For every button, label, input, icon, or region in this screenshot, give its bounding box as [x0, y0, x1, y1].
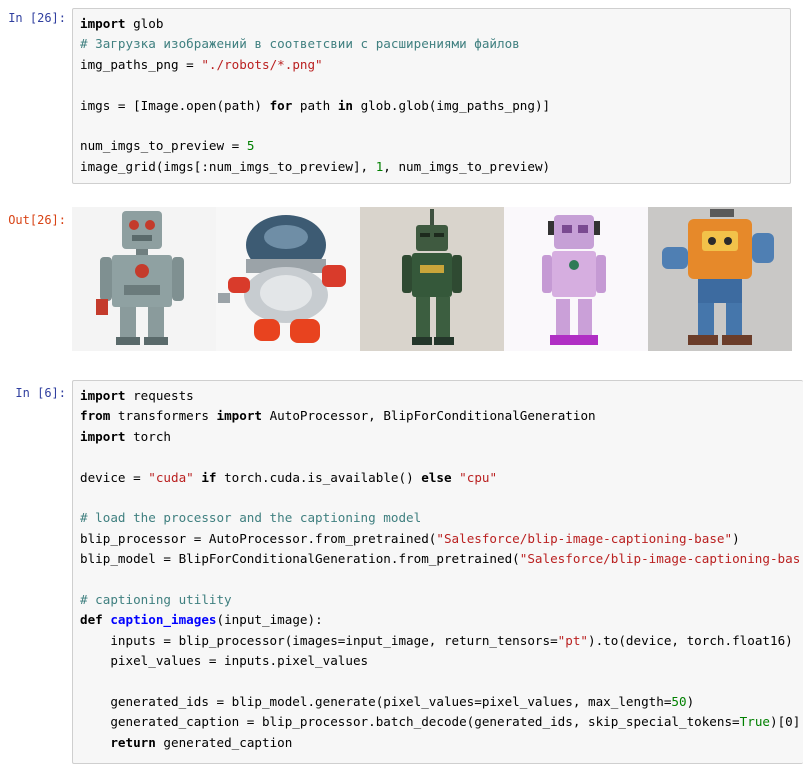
code-line: # captioning utility	[80, 590, 803, 610]
code-line: image_grid(imgs[:num_imgs_to_preview], 1…	[80, 157, 790, 177]
input-prompt-2: In [6]:	[15, 386, 66, 400]
code-token: # load the processor and the captioning …	[80, 510, 422, 526]
code-token: , num_imgs_to_preview)	[383, 158, 551, 174]
code-line: return generated_caption	[80, 733, 803, 753]
code-token: )[0]	[770, 714, 801, 730]
code-token: import	[216, 408, 263, 424]
code-token: (input_image):	[216, 612, 323, 628]
code-token: torch.cuda.is_available()	[216, 469, 422, 485]
code-line: device = "cuda" if torch.cuda.is_availab…	[80, 468, 803, 488]
code-token: glob	[125, 16, 164, 31]
output-prompt-1: Out[26]:	[8, 213, 66, 227]
code-token: transformers	[110, 408, 217, 424]
code-token: )	[686, 693, 695, 709]
pink-robot-image	[504, 207, 648, 351]
code-line: imgs = [Image.open(path) for path in glo…	[80, 96, 790, 116]
code-token: caption_images	[110, 612, 217, 628]
code-token: ).to(device, torch.float16)	[588, 632, 793, 648]
code-token: device =	[80, 469, 149, 485]
code-token: if	[201, 469, 217, 485]
code-token: import	[80, 388, 126, 403]
code-line: blip_processor = AutoProcessor.from_pret…	[80, 529, 803, 549]
code-line: num_imgs_to_preview = 5	[80, 136, 790, 156]
code-line: ​	[80, 116, 790, 136]
code-token: return	[110, 734, 156, 750]
code-token: generated_caption	[155, 734, 293, 750]
code-token: generated_ids = blip_model.generate(pixe…	[80, 693, 672, 709]
code-token: path	[292, 97, 338, 113]
code-line: img_paths_png = "./robots/*.png"	[80, 55, 790, 75]
code-token: "pt"	[557, 632, 589, 648]
input-prompt-1: In [26]:	[8, 11, 66, 25]
code-token: "cuda"	[148, 469, 194, 485]
code-token: def	[80, 612, 103, 628]
code-token: in	[337, 97, 353, 113]
code-token: AutoProcessor, BlipForConditionalGenerat…	[262, 408, 596, 424]
code-line: import torch	[80, 427, 803, 447]
code-line: generated_caption = blip_processor.batch…	[80, 712, 803, 732]
code-token: import	[80, 428, 126, 444]
code-token: True	[739, 714, 770, 730]
code-line: ​	[80, 488, 803, 508]
code-cell-1[interactable]: In [26]: import glob # Загрузка изображен…	[0, 8, 803, 186]
code-token: 50	[671, 693, 687, 709]
code-token: for	[269, 97, 293, 113]
code-line: ​	[80, 447, 803, 467]
code-token: img_paths_png =	[80, 56, 202, 72]
code-cell-2[interactable]: In [6]: import requests from transformers…	[0, 380, 803, 764]
code-line: pixel_values = inputs.pixel_values	[80, 651, 803, 671]
code-token: blip_model = BlipForConditionalGeneratio…	[80, 551, 520, 567]
gray-tin-robot-image	[72, 207, 216, 351]
code-token: blip_processor = AutoProcessor.from_pret…	[80, 530, 437, 546]
code-token: else	[421, 469, 452, 485]
code-token: )	[732, 530, 740, 546]
orange-robot-image	[648, 207, 792, 351]
code-token: from	[80, 408, 111, 424]
green-robot-image	[360, 207, 504, 351]
code-editor-2[interactable]: import requests from transformers import …	[72, 380, 803, 764]
code-token: 5	[246, 138, 255, 154]
code-line: from transformers import AutoProcessor, …	[80, 406, 803, 426]
code-line: # Загрузка изображений в соответсвии с р…	[80, 34, 790, 54]
code-token: inputs = blip_processor(images=input_ima…	[80, 632, 558, 648]
code-line: ​	[80, 570, 803, 590]
silver-dome-robot-image	[216, 207, 360, 351]
code-line: def caption_images(input_image):	[80, 610, 803, 630]
code-token: pixel_values = inputs.pixel_values	[80, 653, 369, 669]
code-token: requests	[125, 388, 194, 403]
code-line: ​	[80, 671, 803, 691]
code-line: import requests	[80, 386, 803, 406]
code-line: blip_model = BlipForConditionalGeneratio…	[80, 549, 803, 569]
code-line: import glob	[80, 14, 790, 34]
code-token: image_grid(imgs[:num_imgs_to_preview],	[80, 158, 376, 174]
code-token: # Загрузка изображений в соответсвии с р…	[80, 36, 520, 52]
code-token: glob.glob(img_paths_png)]	[352, 97, 551, 113]
code-editor-1[interactable]: import glob # Загрузка изображений в соот…	[72, 8, 791, 184]
code-token: # captioning utility	[80, 591, 232, 607]
code-token: "./robots/*.png"	[201, 56, 323, 72]
code-token: imgs = [Image.open(path)	[80, 97, 270, 113]
code-token: generated_caption = blip_processor.batch…	[80, 714, 740, 730]
image-grid-output	[72, 207, 792, 351]
code-line: # load the processor and the captioning …	[80, 508, 803, 528]
code-token: "Salesforce/blip-image-captioning-bas	[519, 551, 801, 567]
code-line: inputs = blip_processor(images=input_ima…	[80, 631, 803, 651]
code-token: import	[80, 16, 126, 31]
code-token: torch	[125, 428, 171, 444]
code-line: generated_ids = blip_model.generate(pixe…	[80, 692, 803, 712]
code-line: ​	[80, 75, 790, 95]
code-token: num_imgs_to_preview =	[80, 138, 247, 154]
code-token: "cpu"	[459, 469, 498, 485]
code-token: "Salesforce/blip-image-captioning-base"	[436, 530, 733, 546]
